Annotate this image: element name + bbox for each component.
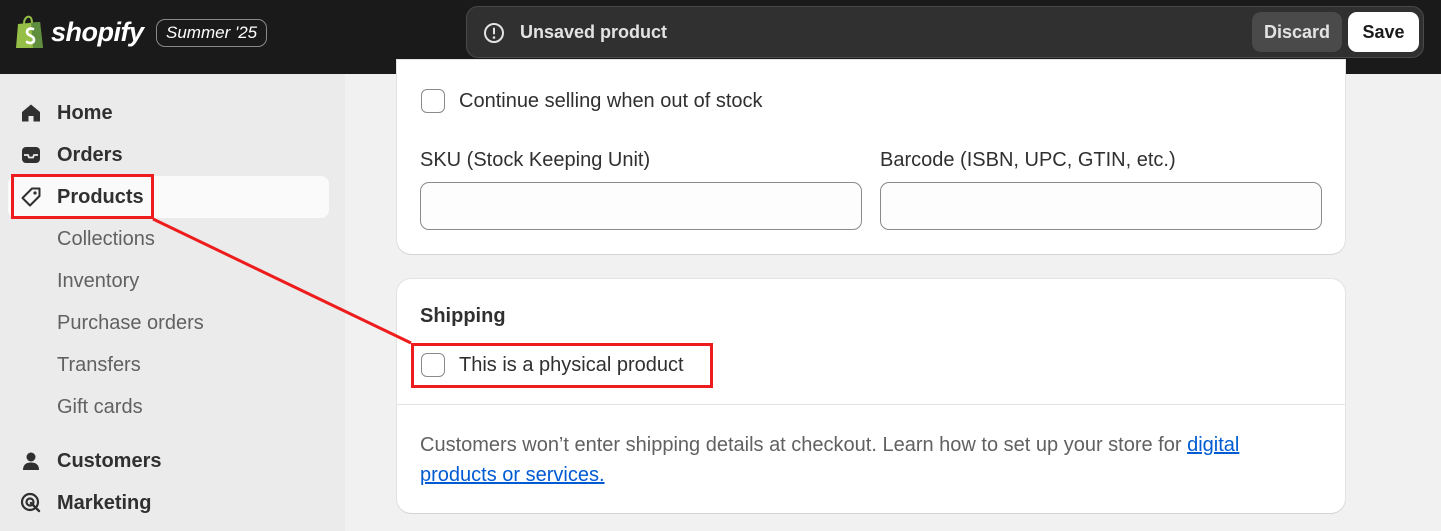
sidebar-subitem-inventory[interactable]: Inventory xyxy=(57,270,139,293)
alert-circle-icon xyxy=(484,23,504,43)
shopify-bag-icon xyxy=(16,15,43,48)
sidebar-subitem-purchase-orders[interactable]: Purchase orders xyxy=(57,312,204,335)
sidebar-item-customers[interactable]: Customers xyxy=(8,440,329,482)
person-icon xyxy=(23,452,39,470)
sidebar-item-label: Orders xyxy=(57,143,123,166)
target-icon xyxy=(20,492,41,513)
sidebar-item-label: Home xyxy=(57,101,113,124)
shipping-card: Shipping This is a physical product Cust… xyxy=(397,279,1345,513)
sidebar-item-orders[interactable]: Orders xyxy=(8,134,329,176)
inventory-card: Continue selling when out of stock SKU (… xyxy=(397,60,1345,254)
unsaved-status: Unsaved product xyxy=(520,22,668,42)
sidebar-item-label: Marketing xyxy=(57,491,152,514)
annotation-box-physical-product xyxy=(411,343,713,388)
continue-selling-label: Continue selling when out of stock xyxy=(459,90,763,112)
divider xyxy=(397,404,1345,405)
save-button[interactable]: Save xyxy=(1348,12,1419,52)
sidebar-item-label: Customers xyxy=(57,449,162,472)
sidebar-subitem-transfers[interactable]: Transfers xyxy=(57,354,141,377)
barcode-input[interactable] xyxy=(880,182,1322,230)
contextual-save-bar: Unsaved product Discard Save xyxy=(466,6,1424,58)
sidebar-item-home[interactable]: Home xyxy=(8,92,329,134)
sku-label: SKU (Stock Keeping Unit) xyxy=(420,149,651,171)
sidebar-subitem-gift-cards[interactable]: Gift cards xyxy=(57,396,143,419)
continue-selling-checkbox[interactable] xyxy=(421,89,445,113)
shipping-help-text: Customers won’t enter shipping details a… xyxy=(420,430,1320,490)
sidebar-subitem-collections[interactable]: Collections xyxy=(57,228,155,251)
annotation-box-products xyxy=(11,174,154,219)
brand-name: shopify xyxy=(51,16,144,47)
sku-input[interactable] xyxy=(420,182,862,230)
discard-button[interactable]: Discard xyxy=(1252,12,1342,52)
shipping-title: Shipping xyxy=(420,305,506,327)
sidebar-item-marketing[interactable]: Marketing xyxy=(8,482,329,524)
edition-badge[interactable]: Summer '25 xyxy=(156,19,268,47)
help-text: Customers won’t enter shipping details a… xyxy=(420,434,1188,456)
inbox-icon xyxy=(22,147,40,163)
barcode-label: Barcode (ISBN, UPC, GTIN, etc.) xyxy=(880,149,1176,171)
sidebar: Home Orders Products Collections Invento… xyxy=(0,74,345,531)
home-icon xyxy=(22,104,40,122)
shopify-logo[interactable]: shopify xyxy=(14,14,144,50)
